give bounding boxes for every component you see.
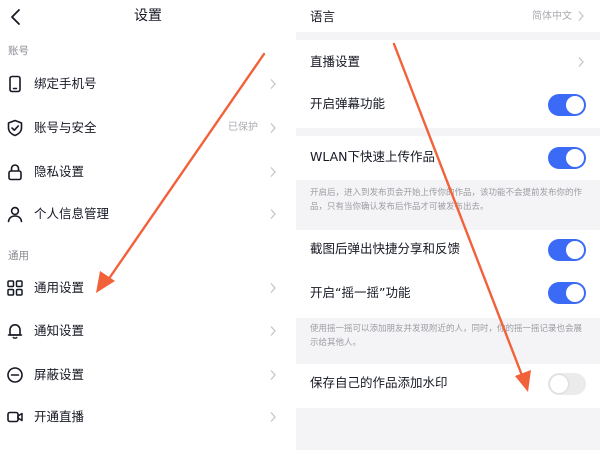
section-gap bbox=[296, 32, 600, 40]
settings-item-notifications[interactable]: 通知设置 bbox=[0, 311, 296, 351]
section-label-account: 账号 bbox=[8, 45, 29, 57]
chevron-right-icon bbox=[270, 283, 276, 293]
bottom-background bbox=[296, 408, 600, 450]
phone-icon bbox=[9, 75, 21, 93]
bell-icon bbox=[7, 324, 23, 339]
watermark-toggle[interactable] bbox=[548, 373, 586, 395]
settings-item-label: 账号与安全 bbox=[34, 120, 97, 135]
grid-icon bbox=[7, 280, 23, 296]
settings-item-account-security[interactable]: 账号与安全 已保护 bbox=[0, 108, 296, 148]
chevron-right-icon bbox=[270, 412, 276, 422]
video-camera-icon bbox=[7, 411, 23, 423]
chevron-right-icon bbox=[270, 370, 276, 380]
shake-hint-area: 使用摇一摇可以添加朋友并发现附近的人，同时，你的摇一摇记录也会展示给其他人。 bbox=[296, 318, 600, 364]
general-settings-panel: 语言 简体中文 直播设置 开启弹幕功能 WLAN下快速上传作品 开启后，进入到发… bbox=[296, 0, 600, 450]
setting-label: 截图后弹出快捷分享和反馈 bbox=[310, 241, 461, 256]
screenshot-share-toggle[interactable] bbox=[548, 239, 586, 261]
section-label-general: 通用 bbox=[8, 250, 29, 262]
chevron-right-icon bbox=[270, 123, 276, 133]
toggle-knob bbox=[566, 284, 584, 302]
person-icon bbox=[7, 206, 23, 223]
setting-language[interactable]: 语言 简体中文 bbox=[296, 0, 600, 32]
settings-panel: 设置 账号 绑定手机号 账号与安全 已保护 隐私设置 个人信息管理 通用 通用设… bbox=[0, 0, 296, 450]
setting-label: WLAN下快速上传作品 bbox=[310, 149, 436, 164]
wlan-upload-toggle[interactable] bbox=[548, 147, 586, 169]
chevron-right-icon bbox=[270, 167, 276, 177]
page-title: 设置 bbox=[134, 8, 162, 24]
hint-text: 开启后，进入到发布页会开始上传你的作品，该功能不会提前发布你的作品，只有当你确认… bbox=[310, 188, 583, 212]
setting-screenshot-share[interactable]: 截图后弹出快捷分享和反馈 bbox=[296, 230, 600, 274]
setting-value: 简体中文 bbox=[532, 11, 572, 22]
settings-item-block[interactable]: 屏蔽设置 bbox=[0, 355, 296, 395]
settings-item-label: 开通直播 bbox=[34, 409, 85, 424]
settings-item-personal-info[interactable]: 个人信息管理 bbox=[0, 194, 296, 234]
chevron-right-icon bbox=[270, 326, 276, 336]
toggle-knob bbox=[566, 96, 584, 114]
wlan-hint-area: 开启后，进入到发布页会开始上传你的作品，该功能不会提前发布你的作品，只有当你确认… bbox=[296, 180, 600, 230]
setting-label: 保存自己的作品添加水印 bbox=[310, 375, 448, 390]
setting-shake[interactable]: 开启“摇一摇”功能 bbox=[296, 274, 600, 318]
setting-label: 开启“摇一摇”功能 bbox=[310, 285, 411, 300]
setting-watermark[interactable]: 保存自己的作品添加水印 bbox=[296, 364, 600, 408]
settings-item-general[interactable]: 通用设置 bbox=[0, 268, 296, 308]
top-bar: 设置 bbox=[0, 0, 296, 34]
setting-danmaku[interactable]: 开启弹幕功能 bbox=[296, 84, 600, 128]
setting-label: 语言 bbox=[310, 9, 336, 24]
chevron-right-icon bbox=[578, 11, 584, 21]
settings-item-privacy[interactable]: 隐私设置 bbox=[0, 152, 296, 192]
block-icon bbox=[7, 367, 23, 383]
toggle-knob bbox=[566, 149, 584, 167]
chevron-right-icon bbox=[270, 209, 276, 219]
setting-label: 直播设置 bbox=[310, 54, 361, 69]
settings-item-bind-phone[interactable]: 绑定手机号 bbox=[0, 64, 296, 104]
shield-check-icon bbox=[7, 119, 23, 137]
settings-item-label: 通知设置 bbox=[34, 323, 85, 338]
settings-item-label: 个人信息管理 bbox=[34, 206, 110, 221]
lock-icon bbox=[8, 164, 22, 181]
toggle-knob bbox=[566, 241, 584, 259]
shake-toggle[interactable] bbox=[548, 282, 586, 304]
section-gap bbox=[296, 128, 600, 136]
status-text: 已保护 bbox=[228, 122, 258, 133]
hint-text: 使用摇一摇可以添加朋友并发现附近的人，同时，你的摇一摇记录也会展示给其他人。 bbox=[310, 324, 583, 348]
settings-item-label: 绑定手机号 bbox=[34, 76, 97, 91]
toggle-knob bbox=[550, 375, 568, 393]
settings-item-live[interactable]: 开通直播 bbox=[0, 397, 296, 437]
chevron-right-icon bbox=[578, 57, 584, 67]
settings-item-label: 隐私设置 bbox=[34, 164, 85, 179]
settings-item-label: 通用设置 bbox=[34, 280, 85, 295]
setting-label: 开启弹幕功能 bbox=[310, 96, 386, 111]
danmaku-toggle[interactable] bbox=[548, 94, 586, 116]
setting-live[interactable]: 直播设置 bbox=[296, 40, 600, 84]
settings-item-label: 屏蔽设置 bbox=[34, 367, 85, 382]
chevron-right-icon bbox=[270, 79, 276, 89]
setting-wlan-upload[interactable]: WLAN下快速上传作品 bbox=[296, 136, 600, 180]
